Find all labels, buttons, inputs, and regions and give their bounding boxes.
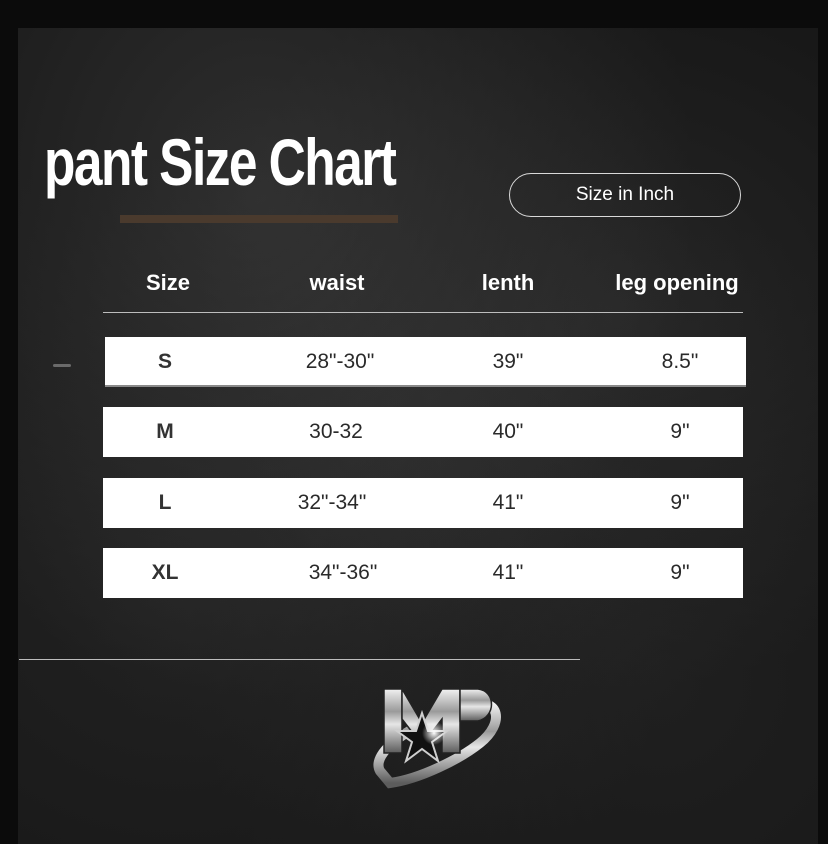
star-brand-logo-icon xyxy=(373,686,501,789)
header-divider xyxy=(103,312,743,313)
bottom-divider xyxy=(19,659,580,660)
cell-waist: 32"-34" xyxy=(297,491,367,514)
cell-size: XL xyxy=(151,561,179,584)
cell-length: 40" xyxy=(492,420,524,443)
cell-leg-opening: 8.5" xyxy=(661,350,699,373)
cell-length: 41" xyxy=(492,491,524,514)
table-row: XL 34"-36" 41" 9" xyxy=(103,548,743,598)
cell-length: 41" xyxy=(492,561,524,584)
decorative-speck xyxy=(53,364,71,367)
cell-waist: 28"-30" xyxy=(305,350,375,373)
cell-leg-opening: 9" xyxy=(670,491,690,514)
cell-waist: 34"-36" xyxy=(308,561,378,584)
table-row: M 30-32 40" 9" xyxy=(103,407,743,457)
cell-leg-opening: 9" xyxy=(670,420,690,443)
column-header-size: Size xyxy=(145,270,191,295)
cell-size: L xyxy=(158,491,172,514)
cell-waist: 30-32 xyxy=(309,420,363,443)
column-header-waist: waist xyxy=(309,270,365,295)
cell-length: 39" xyxy=(492,350,524,373)
page-title: pant Size Chart xyxy=(44,125,397,199)
column-header-length: lenth xyxy=(481,270,535,295)
cell-leg-opening: 9" xyxy=(670,561,690,584)
unit-badge: Size in Inch xyxy=(509,173,741,217)
title-underline xyxy=(120,215,398,223)
table-row: L 32"-34" 41" 9" xyxy=(103,478,743,528)
cell-size: S xyxy=(157,350,172,373)
column-header-leg-opening: leg opening xyxy=(615,270,739,295)
table-row: S 28"-30" 39" 8.5" xyxy=(105,337,746,387)
cell-size: M xyxy=(156,420,174,443)
